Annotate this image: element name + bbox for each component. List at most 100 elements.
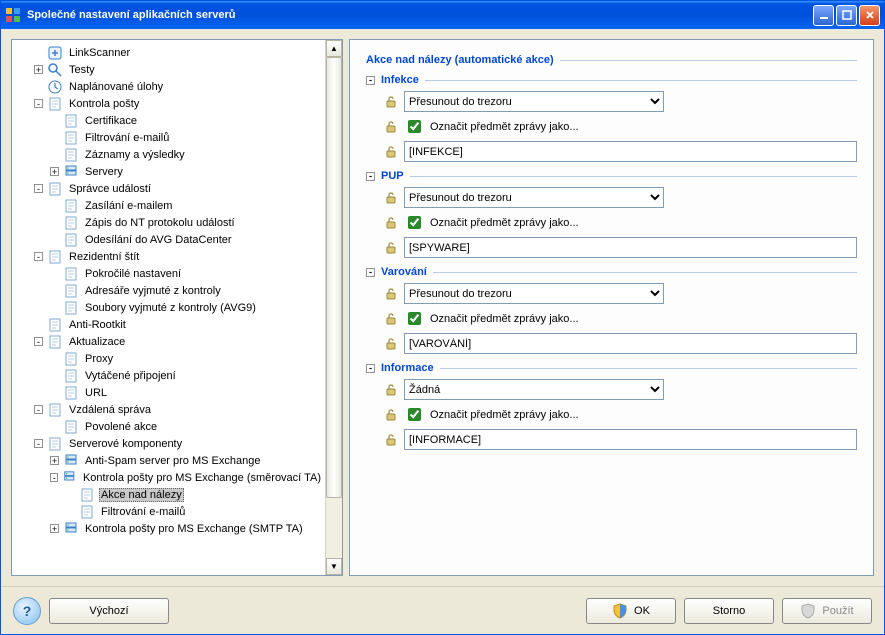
expand-icon[interactable]: +: [50, 167, 59, 176]
scroll-thumb[interactable]: [326, 57, 342, 498]
tree-item[interactable]: Proxy: [14, 350, 323, 367]
tree-item[interactable]: -Správce událostí: [14, 180, 323, 197]
tree-item[interactable]: Anti-Rootkit: [14, 316, 323, 333]
tag-input[interactable]: [404, 333, 857, 354]
apply-button[interactable]: Použít: [782, 598, 872, 624]
tag-input[interactable]: [404, 141, 857, 162]
collapse-icon[interactable]: -: [34, 99, 43, 108]
tree-item[interactable]: Certifikace: [14, 112, 323, 129]
titlebar[interactable]: Společné nastavení aplikačních serverů: [1, 1, 884, 29]
tree-item-label: Soubory vyjmuté z kontroly (AVG9): [83, 301, 258, 315]
tree-item[interactable]: +Anti-Spam server pro MS Exchange: [14, 452, 323, 469]
tree-item-label: LinkScanner: [67, 46, 132, 60]
help-button[interactable]: ?: [13, 597, 41, 625]
tree-item[interactable]: Zápis do NT protokolu událostí: [14, 214, 323, 231]
scroll-down-button[interactable]: ▼: [326, 558, 342, 575]
collapse-icon[interactable]: -: [50, 473, 58, 482]
tree-item[interactable]: Vytáčené připojení: [14, 367, 323, 384]
action-select[interactable]: Přesunout do trezoru: [404, 91, 664, 112]
tree-item[interactable]: Odesílání do AVG DataCenter: [14, 231, 323, 248]
page-icon: [47, 249, 63, 265]
ok-button[interactable]: OK: [586, 598, 676, 624]
mark-checkbox[interactable]: [408, 216, 421, 229]
lock-icon: [384, 287, 398, 301]
tree-item[interactable]: Záznamy a výsledky: [14, 146, 323, 163]
tree-item-label: Akce nad nálezy: [99, 488, 184, 502]
group-title-row: -Varování: [366, 266, 857, 278]
minimize-button[interactable]: [813, 5, 834, 26]
lock-icon: [384, 312, 398, 326]
action-select[interactable]: Přesunout do trezoru: [404, 283, 664, 304]
collapse-icon[interactable]: -: [34, 184, 43, 193]
expand-placeholder: [66, 490, 75, 499]
tree-item[interactable]: Soubory vyjmuté z kontroly (AVG9): [14, 299, 323, 316]
tree-item[interactable]: -Rezidentní štít: [14, 248, 323, 265]
lock-icon: [384, 95, 398, 109]
vertical-scrollbar[interactable]: ▲ ▼: [325, 40, 342, 575]
tree-item[interactable]: - Aktualizace: [14, 333, 323, 350]
tree-item-label: Zápis do NT protokolu událostí: [83, 216, 237, 230]
tree-view[interactable]: LinkScanner+TestyNaplánované úlohy-Kontr…: [12, 40, 325, 575]
collapse-icon[interactable]: -: [34, 439, 43, 448]
tree-item[interactable]: Adresáře vyjmuté z kontroly: [14, 282, 323, 299]
tree-item[interactable]: Povolené akce: [14, 418, 323, 435]
cancel-button[interactable]: Storno: [684, 598, 774, 624]
tree-item[interactable]: URL: [14, 384, 323, 401]
tree-item[interactable]: +Testy: [14, 61, 323, 78]
tree-item[interactable]: Filtrování e-mailů: [14, 129, 323, 146]
collapse-icon[interactable]: -: [34, 405, 43, 414]
tree-item-label: Adresáře vyjmuté z kontroly: [83, 284, 223, 298]
expand-icon[interactable]: +: [50, 456, 59, 465]
collapse-icon[interactable]: -: [366, 268, 375, 277]
collapse-icon[interactable]: -: [366, 76, 375, 85]
scroll-up-button[interactable]: ▲: [326, 40, 342, 57]
tree-item[interactable]: Filtrování e-mailů: [14, 503, 323, 520]
action-select[interactable]: Přesunout do trezoru: [404, 187, 664, 208]
expand-placeholder: [66, 507, 75, 516]
tag-input[interactable]: [404, 237, 857, 258]
tree-item-label: Certifikace: [83, 114, 139, 128]
tree-item[interactable]: -Kontrola pošty: [14, 95, 323, 112]
tag-input[interactable]: [404, 429, 857, 450]
group-title: PUP: [381, 170, 404, 182]
tree-item[interactable]: Naplánované úlohy: [14, 78, 323, 95]
page-icon: [63, 215, 79, 231]
collapse-icon[interactable]: -: [34, 337, 43, 346]
tree-item[interactable]: Pokročilé nastavení: [14, 265, 323, 282]
close-button[interactable]: [859, 5, 880, 26]
tree-item[interactable]: -Vzdálená správa: [14, 401, 323, 418]
tree-item[interactable]: Akce nad nálezy: [14, 486, 323, 503]
tree-item-label: Aktualizace: [67, 335, 127, 349]
tree-item[interactable]: Zasílání e-mailem: [14, 197, 323, 214]
collapse-icon[interactable]: -: [366, 364, 375, 373]
page-icon: [63, 266, 79, 282]
expand-placeholder: [50, 388, 59, 397]
tag-row: [366, 429, 857, 450]
page-icon: [63, 113, 79, 129]
detail-panel: Akce nad nálezy (automatické akce) -Infe…: [349, 39, 874, 576]
group-title-row: -PUP: [366, 170, 857, 182]
action-select[interactable]: Žádná: [404, 379, 664, 400]
mark-label: Označit předmět zprávy jako...: [430, 313, 579, 325]
mark-checkbox[interactable]: [408, 120, 421, 133]
tree-item[interactable]: -Serverové komponenty: [14, 435, 323, 452]
expand-icon[interactable]: +: [34, 65, 43, 74]
expand-icon[interactable]: +: [50, 524, 59, 533]
tree-item-label: URL: [83, 386, 109, 400]
collapse-icon[interactable]: -: [34, 252, 43, 261]
default-button[interactable]: Výchozí: [49, 598, 169, 624]
tree-item[interactable]: +Kontrola pošty pro MS Exchange (SMTP TA…: [14, 520, 323, 537]
mark-checkbox[interactable]: [408, 312, 421, 325]
maximize-button[interactable]: [836, 5, 857, 26]
scroll-track[interactable]: [326, 57, 342, 558]
tree-item[interactable]: LinkScanner: [14, 44, 323, 61]
divider: [433, 272, 857, 273]
window-title: Společné nastavení aplikačních serverů: [27, 9, 813, 21]
lock-icon: [384, 241, 398, 255]
collapse-icon[interactable]: -: [366, 172, 375, 181]
mark-checkbox[interactable]: [408, 408, 421, 421]
tree-item[interactable]: -Kontrola pošty pro MS Exchange (směrova…: [14, 469, 323, 486]
tree-item-label: Odesílání do AVG DataCenter: [83, 233, 234, 247]
tree-item[interactable]: +Servery: [14, 163, 323, 180]
group-title: Varování: [381, 266, 427, 278]
